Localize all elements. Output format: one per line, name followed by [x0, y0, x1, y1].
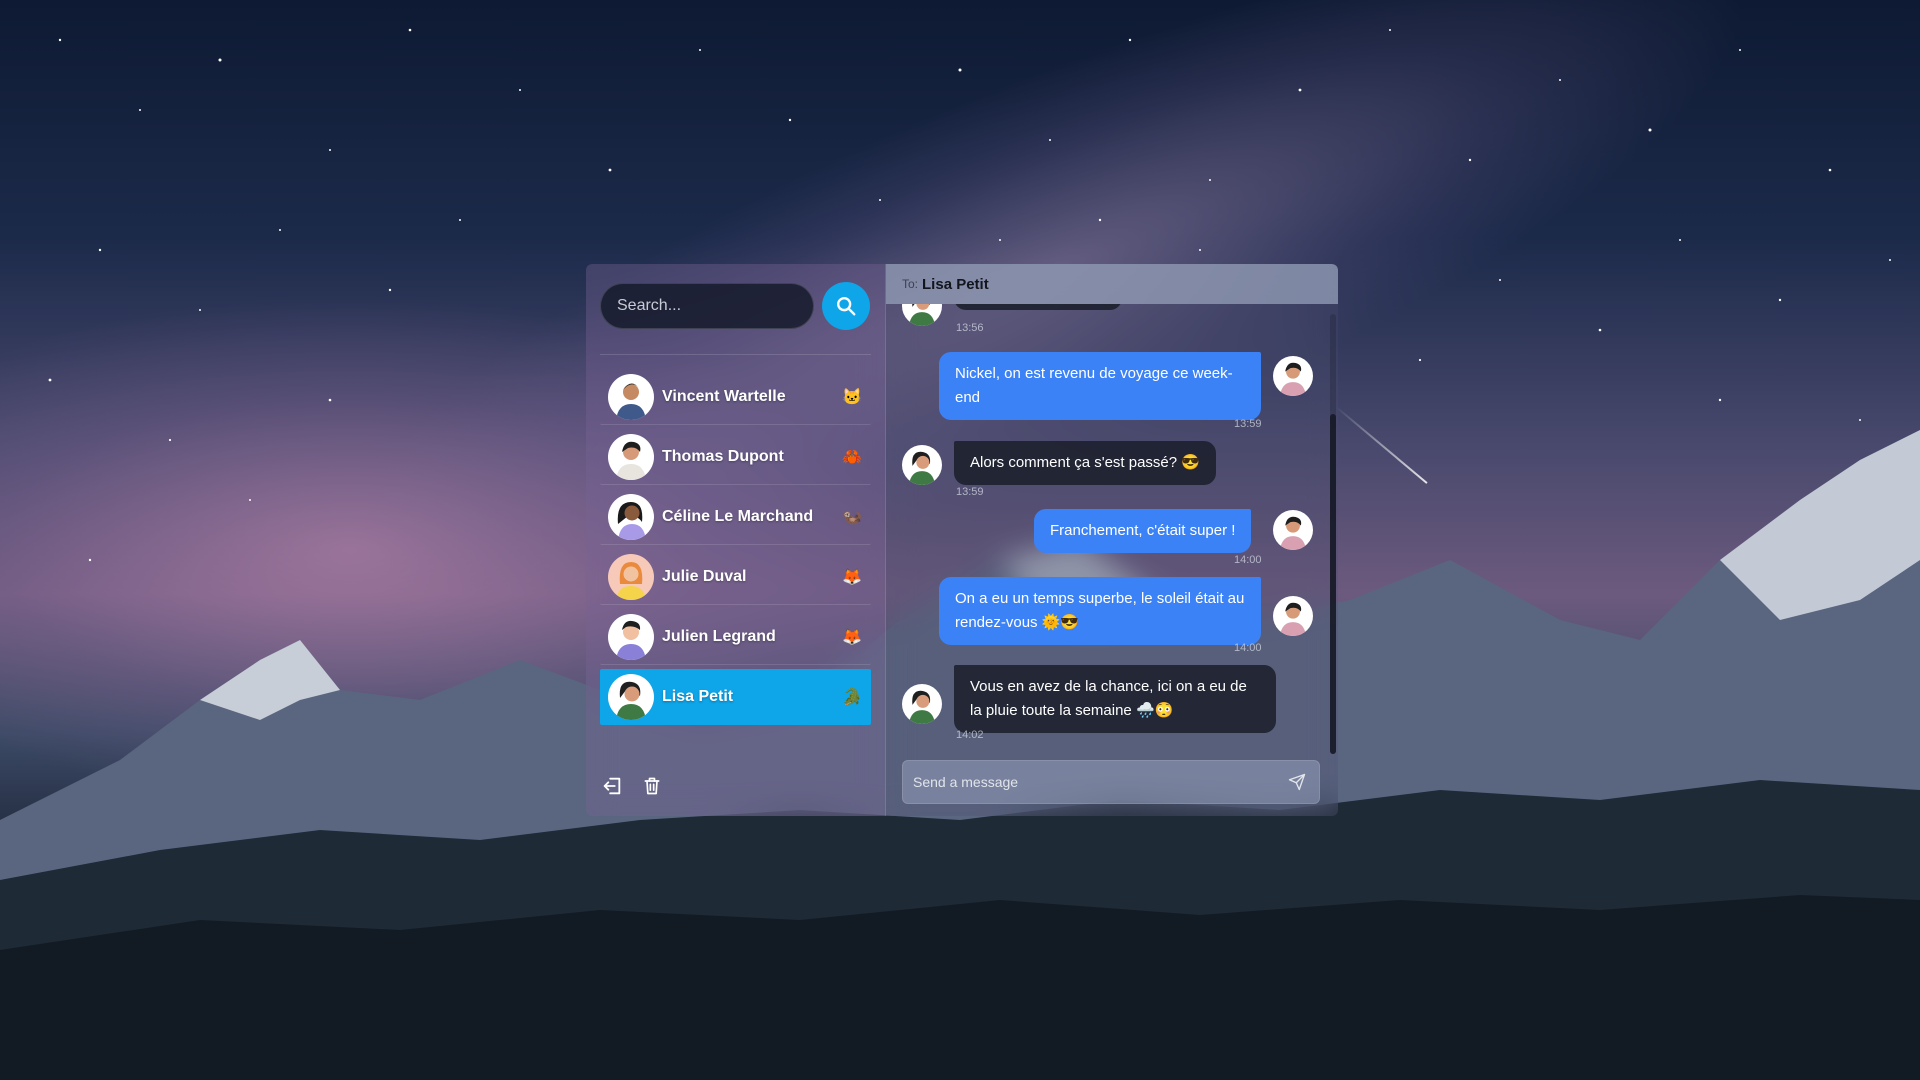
chat-header: To: Lisa Petit — [886, 264, 1338, 304]
message-composer — [902, 760, 1320, 804]
send-button[interactable] — [1285, 770, 1309, 794]
message-bubble-in — [954, 304, 1122, 310]
message-list: 13:56 Nickel, on est revenu de voyage ce… — [886, 304, 1328, 744]
contact-item-julien-legrand[interactable]: Julien Legrand 🦊 — [600, 609, 871, 665]
message-bubble-out: Nickel, on est revenu de voyage ce week-… — [939, 352, 1261, 420]
contact-name: Julie Duval — [662, 567, 747, 585]
avatar — [902, 304, 942, 326]
avatar — [608, 613, 654, 660]
contact-emoji: 🦦 — [842, 508, 862, 526]
search-input[interactable] — [600, 283, 814, 329]
contact-name: Julien Legrand — [662, 627, 776, 645]
contact-emoji: 🐊 — [842, 689, 862, 706]
recipient-name: Lisa Petit — [922, 275, 989, 293]
send-icon — [1288, 773, 1306, 791]
message-time: 14:00 — [1234, 642, 1262, 654]
avatar — [608, 433, 654, 480]
contact-name: Lisa Petit — [662, 688, 734, 705]
message-time: 14:02 — [956, 729, 984, 741]
message-bubble-out: Franchement, c'était super ! — [1034, 509, 1252, 553]
delete-button[interactable] — [640, 774, 664, 798]
avatar — [608, 674, 654, 720]
message-time: 13:59 — [956, 486, 984, 498]
message-bubble-in: Alors comment ça s'est passé? 😎 — [954, 441, 1216, 485]
logout-button[interactable] — [600, 774, 624, 798]
contact-emoji: 🦊 — [842, 568, 862, 586]
contact-emoji: 🦀 — [842, 448, 862, 466]
contact-name: Thomas Dupont — [662, 447, 784, 465]
message-bubble-in: Vous en avez de la chance, ici on a eu d… — [954, 665, 1276, 733]
messenger-window: Vincent Wartelle 🐱 Thomas Dupont 🦀 Célin… — [586, 264, 1338, 816]
contact-emoji: 🦊 — [842, 628, 862, 646]
contact-item-vincent-wartelle[interactable]: Vincent Wartelle 🐱 — [600, 369, 871, 425]
contact-item-julie-duval[interactable]: Julie Duval 🦊 — [600, 549, 871, 605]
search-bar — [600, 282, 871, 330]
avatar — [1273, 510, 1313, 550]
trash-icon — [644, 777, 660, 795]
search-icon — [837, 297, 856, 316]
sidebar-divider — [600, 354, 871, 355]
contact-emoji: 🐱 — [842, 388, 862, 406]
message-time: 14:00 — [1234, 554, 1262, 566]
avatar — [1273, 356, 1313, 396]
sidebar: Vincent Wartelle 🐱 Thomas Dupont 🦀 Célin… — [586, 264, 886, 816]
avatar — [1273, 596, 1313, 636]
contact-name: Céline Le Marchand — [662, 507, 814, 525]
chat-scrollbar[interactable] — [1330, 314, 1336, 754]
scrollbar-thumb[interactable] — [1330, 414, 1336, 754]
message-time: 13:59 — [1234, 418, 1262, 430]
contact-item-celine-le-marchand[interactable]: Céline Le Marchand 🦦 — [600, 489, 871, 545]
avatar — [902, 684, 942, 724]
recipient-label: To: — [902, 277, 919, 291]
chat-panel: To: Lisa Petit 13:56 Nickel, on est reve… — [886, 264, 1338, 816]
message-time: 13:56 — [956, 322, 984, 334]
message-bubble-out: On a eu un temps superbe, le soleil étai… — [939, 577, 1261, 645]
contact-name: Vincent Wartelle — [662, 387, 786, 405]
sidebar-actions — [600, 774, 664, 798]
search-button[interactable] — [822, 282, 870, 330]
avatar — [608, 493, 654, 540]
contact-item-lisa-petit[interactable]: Lisa Petit 🐊 — [600, 669, 871, 725]
logout-icon — [603, 777, 621, 795]
avatar — [902, 445, 942, 485]
contact-item-thomas-dupont[interactable]: Thomas Dupont 🦀 — [600, 429, 871, 485]
avatar — [608, 553, 654, 600]
message-input[interactable] — [913, 774, 1285, 790]
avatar — [608, 373, 654, 420]
